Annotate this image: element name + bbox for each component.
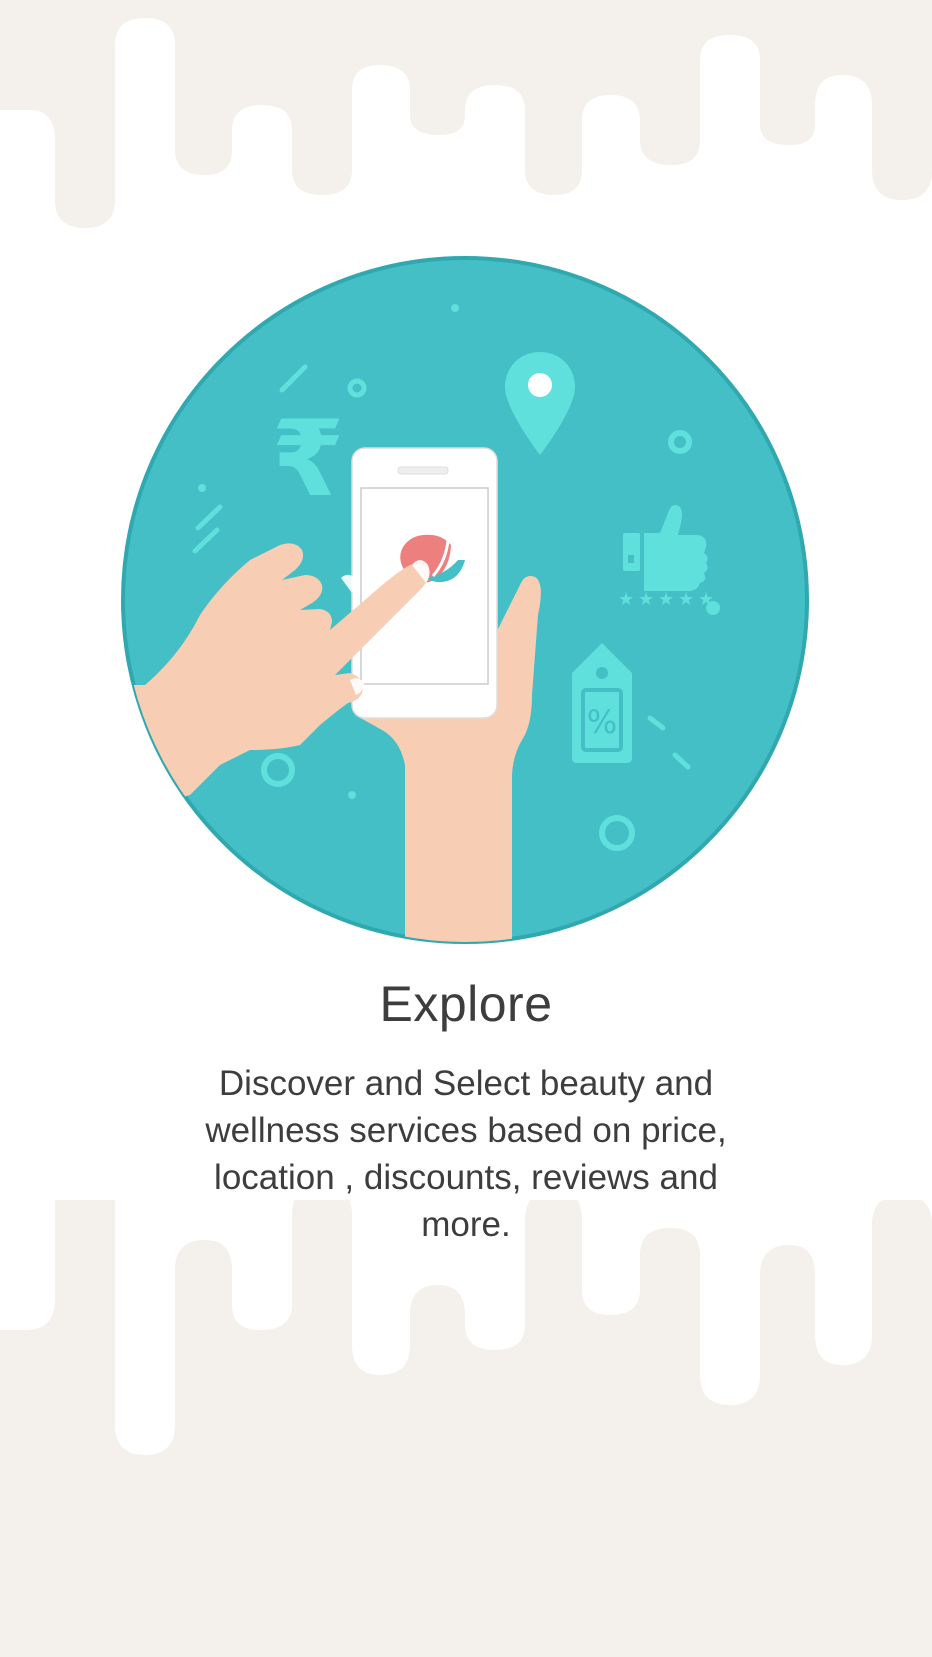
page-title: Explore (379, 976, 553, 1032)
svg-text:★: ★ (698, 589, 714, 610)
svg-text:★: ★ (638, 589, 654, 610)
top-drip-decoration (0, 0, 932, 228)
onboarding-screen: ₹ ★ ★ ★ ★ ★ % Explore Discover and Selec… (0, 0, 932, 1657)
svg-text:%: % (587, 703, 617, 741)
rating-stars-icon: ★ ★ ★ ★ ★ (618, 589, 714, 610)
svg-text:★: ★ (618, 589, 634, 610)
explore-illustration: ₹ ★ ★ ★ ★ ★ % (121, 256, 809, 944)
bottom-drip-decoration (0, 1200, 932, 1657)
svg-text:★: ★ (658, 589, 674, 610)
svg-text:★: ★ (678, 589, 694, 610)
rupee-icon: ₹ (271, 398, 344, 520)
